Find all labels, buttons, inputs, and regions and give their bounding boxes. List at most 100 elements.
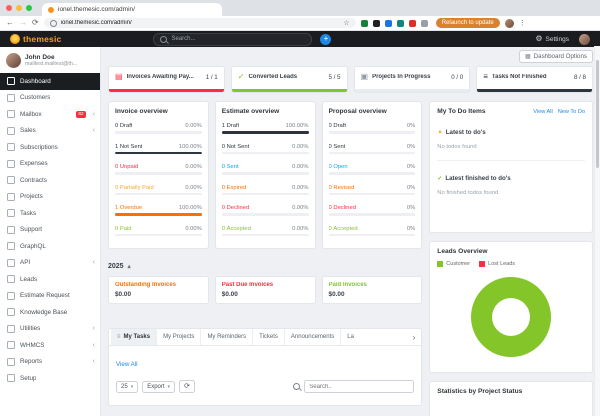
sidebar-item-knowledge-base[interactable]: Knowledge Base bbox=[0, 304, 100, 321]
user-name: John Doe bbox=[25, 54, 55, 61]
sidebar-item-support[interactable]: Support bbox=[0, 222, 100, 239]
browser-tab[interactable]: ionel.themesic.com/admin/ bbox=[42, 3, 222, 16]
brand-name[interactable]: themesic bbox=[23, 34, 61, 44]
stat-projects-in-progress[interactable]: ▣ Projects In Progress 0 / 0 bbox=[353, 66, 471, 93]
search-icon bbox=[293, 383, 301, 390]
view-all-link[interactable]: View All bbox=[116, 361, 138, 368]
extension-icon[interactable] bbox=[408, 19, 416, 27]
sidebar-item-graphql[interactable]: GraphQL bbox=[0, 238, 100, 255]
sidebar-item-mailbox[interactable]: Mailbox 82 ‹ bbox=[0, 106, 100, 123]
sidebar-item-sales[interactable]: Sales ‹ bbox=[0, 123, 100, 140]
card-title: Estimate overview bbox=[221, 108, 280, 115]
tab-truncated[interactable]: La bbox=[340, 329, 360, 345]
outstanding-invoices-card[interactable]: Outstanding Invoices $0.00 bbox=[108, 276, 209, 304]
sidebar-item-tasks[interactable]: Tasks bbox=[0, 205, 100, 222]
year-filter-toggle[interactable]: 2025 ▴ bbox=[108, 263, 422, 270]
status-percent: 0.00% bbox=[292, 184, 309, 191]
legend-item-customer[interactable]: Customer bbox=[437, 261, 470, 267]
sidebar-item-projects[interactable]: Projects bbox=[0, 189, 100, 206]
chevron-icon: ‹ bbox=[92, 341, 95, 349]
paid-invoices-card[interactable]: Paid Invoices $0.00 bbox=[321, 276, 423, 304]
sidebar-item-subscriptions[interactable]: Subscriptions bbox=[0, 139, 100, 156]
maximize-window-icon[interactable] bbox=[26, 5, 32, 11]
extension-icon[interactable] bbox=[384, 19, 392, 27]
tab-title: ionel.themesic.com/admin/ bbox=[58, 6, 135, 13]
empty-state-text: No finished todos found bbox=[437, 190, 499, 196]
address-bar[interactable]: ionel.themesic.com/admin/ ☆ bbox=[43, 18, 356, 28]
status-label: 1 Overdue bbox=[115, 205, 143, 211]
card-title: Proposal overview bbox=[328, 108, 387, 115]
sidebar-item-expenses[interactable]: Expenses bbox=[0, 156, 100, 173]
relaunch-to-update-button[interactable]: Relaunch to update bbox=[435, 18, 500, 28]
extension-icon[interactable] bbox=[396, 19, 404, 27]
sidebar-item-customers[interactable]: Customers bbox=[0, 90, 100, 107]
sidebar-item-utilities[interactable]: Utilities ‹ bbox=[0, 321, 100, 338]
stat-invoices-awaiting-payment[interactable]: ▤ Invoices Awaiting Pay... 1 / 1 bbox=[108, 66, 225, 93]
extension-icon[interactable] bbox=[372, 19, 380, 27]
browser-menu-icon[interactable]: ⋮ bbox=[519, 19, 526, 27]
extension-icon[interactable] bbox=[360, 19, 368, 27]
estimate-request-icon bbox=[7, 291, 15, 300]
sidebar-item-estimate-request[interactable]: Estimate Request bbox=[0, 288, 100, 305]
global-search-input[interactable]: Search... bbox=[153, 32, 313, 46]
back-icon[interactable]: ← bbox=[6, 19, 14, 27]
status-percent: 0% bbox=[406, 123, 416, 129]
leads-donut-chart[interactable] bbox=[471, 277, 552, 357]
sidebar-item-leads[interactable]: Leads bbox=[0, 271, 100, 288]
chevron-up-icon: ▴ bbox=[127, 264, 131, 270]
themesic-logo-icon[interactable] bbox=[10, 34, 20, 44]
bookmark-star-icon[interactable]: ☆ bbox=[343, 19, 349, 27]
status-progress-bar bbox=[221, 213, 309, 216]
sidebar-item-contracts[interactable]: Contracts bbox=[0, 172, 100, 189]
legend-item-lost-leads[interactable]: Lost Leads bbox=[479, 261, 515, 267]
extensions-puzzle-icon[interactable] bbox=[420, 19, 428, 27]
status-label: 0 Expired bbox=[221, 184, 247, 191]
site-info-icon[interactable] bbox=[49, 19, 57, 27]
export-button[interactable]: Export ▾ bbox=[142, 380, 176, 393]
status-label: 0 Paid bbox=[115, 225, 132, 232]
graphql-icon bbox=[7, 242, 15, 251]
table-toolbar: 25 ▾ Export ▾ ⟳ bbox=[116, 380, 415, 393]
leads-converted-icon: ✓ bbox=[237, 72, 245, 81]
quick-create-button[interactable]: + bbox=[320, 33, 332, 45]
tab-my-projects[interactable]: My Projects bbox=[156, 329, 200, 345]
todo-view-all-link[interactable]: View All bbox=[533, 109, 553, 115]
scrollbar-thumb[interactable] bbox=[596, 60, 599, 168]
sidebar-item-api[interactable]: API ‹ bbox=[0, 255, 100, 272]
close-window-icon[interactable] bbox=[6, 5, 12, 11]
tab-tickets[interactable]: Tickets bbox=[252, 329, 284, 345]
sales-icon bbox=[7, 126, 15, 135]
sidebar-user-card[interactable]: John Doe mailtest.mailtest@th... bbox=[0, 47, 100, 73]
tab-announcements[interactable]: Announcements bbox=[283, 329, 340, 345]
tabs-scroll-right-icon[interactable]: › bbox=[409, 333, 420, 342]
page-scrollbar[interactable] bbox=[594, 46, 600, 416]
gear-icon: ⚙ bbox=[535, 34, 543, 43]
sidebar-item-dashboard[interactable]: Dashboard bbox=[0, 73, 100, 90]
past-due-invoices-card[interactable]: Past Due Invoices $0.00 bbox=[214, 276, 316, 304]
divider bbox=[437, 160, 585, 161]
tasks-icon bbox=[7, 209, 15, 218]
forward-icon[interactable]: → bbox=[19, 19, 27, 27]
stat-tasks-not-finished[interactable]: ≡ Tasks Not Finished 8 / 8 bbox=[476, 66, 593, 93]
stat-converted-leads[interactable]: ✓ Converted Leads 5 / 5 bbox=[230, 66, 348, 93]
user-avatar[interactable] bbox=[579, 33, 590, 45]
browser-profile-avatar[interactable] bbox=[504, 18, 514, 28]
status-percent: 0.00% bbox=[292, 143, 309, 150]
status-percent: 0.00% bbox=[185, 225, 202, 232]
settings-button[interactable]: ⚙ Settings bbox=[535, 35, 569, 43]
page-size-select[interactable]: 25 ▾ bbox=[116, 380, 139, 393]
contracts-icon bbox=[7, 176, 15, 185]
dashboard-options-button[interactable]: ▦ Dashboard Options bbox=[519, 50, 593, 63]
legend-swatch bbox=[437, 261, 444, 267]
new-todo-link[interactable]: New To Do bbox=[558, 109, 585, 115]
refresh-button[interactable]: ⟳ bbox=[179, 380, 195, 393]
tab-my-reminders[interactable]: My Reminders bbox=[200, 329, 252, 345]
sidebar-item-reports[interactable]: Reports ‹ bbox=[0, 354, 100, 371]
reload-icon[interactable]: ⟳ bbox=[32, 19, 39, 27]
overview-cards-row: Invoice overview 0 Draft 0.00% 1 Not Sent… bbox=[108, 101, 423, 249]
minimize-window-icon[interactable] bbox=[16, 5, 22, 11]
tab-my-tasks[interactable]: ≡ My Tasks bbox=[111, 329, 157, 345]
sidebar-item-whmcs[interactable]: WHMCS ‹ bbox=[0, 337, 100, 354]
sidebar-item-setup[interactable]: Setup bbox=[0, 370, 100, 387]
table-search-input[interactable] bbox=[304, 380, 415, 393]
